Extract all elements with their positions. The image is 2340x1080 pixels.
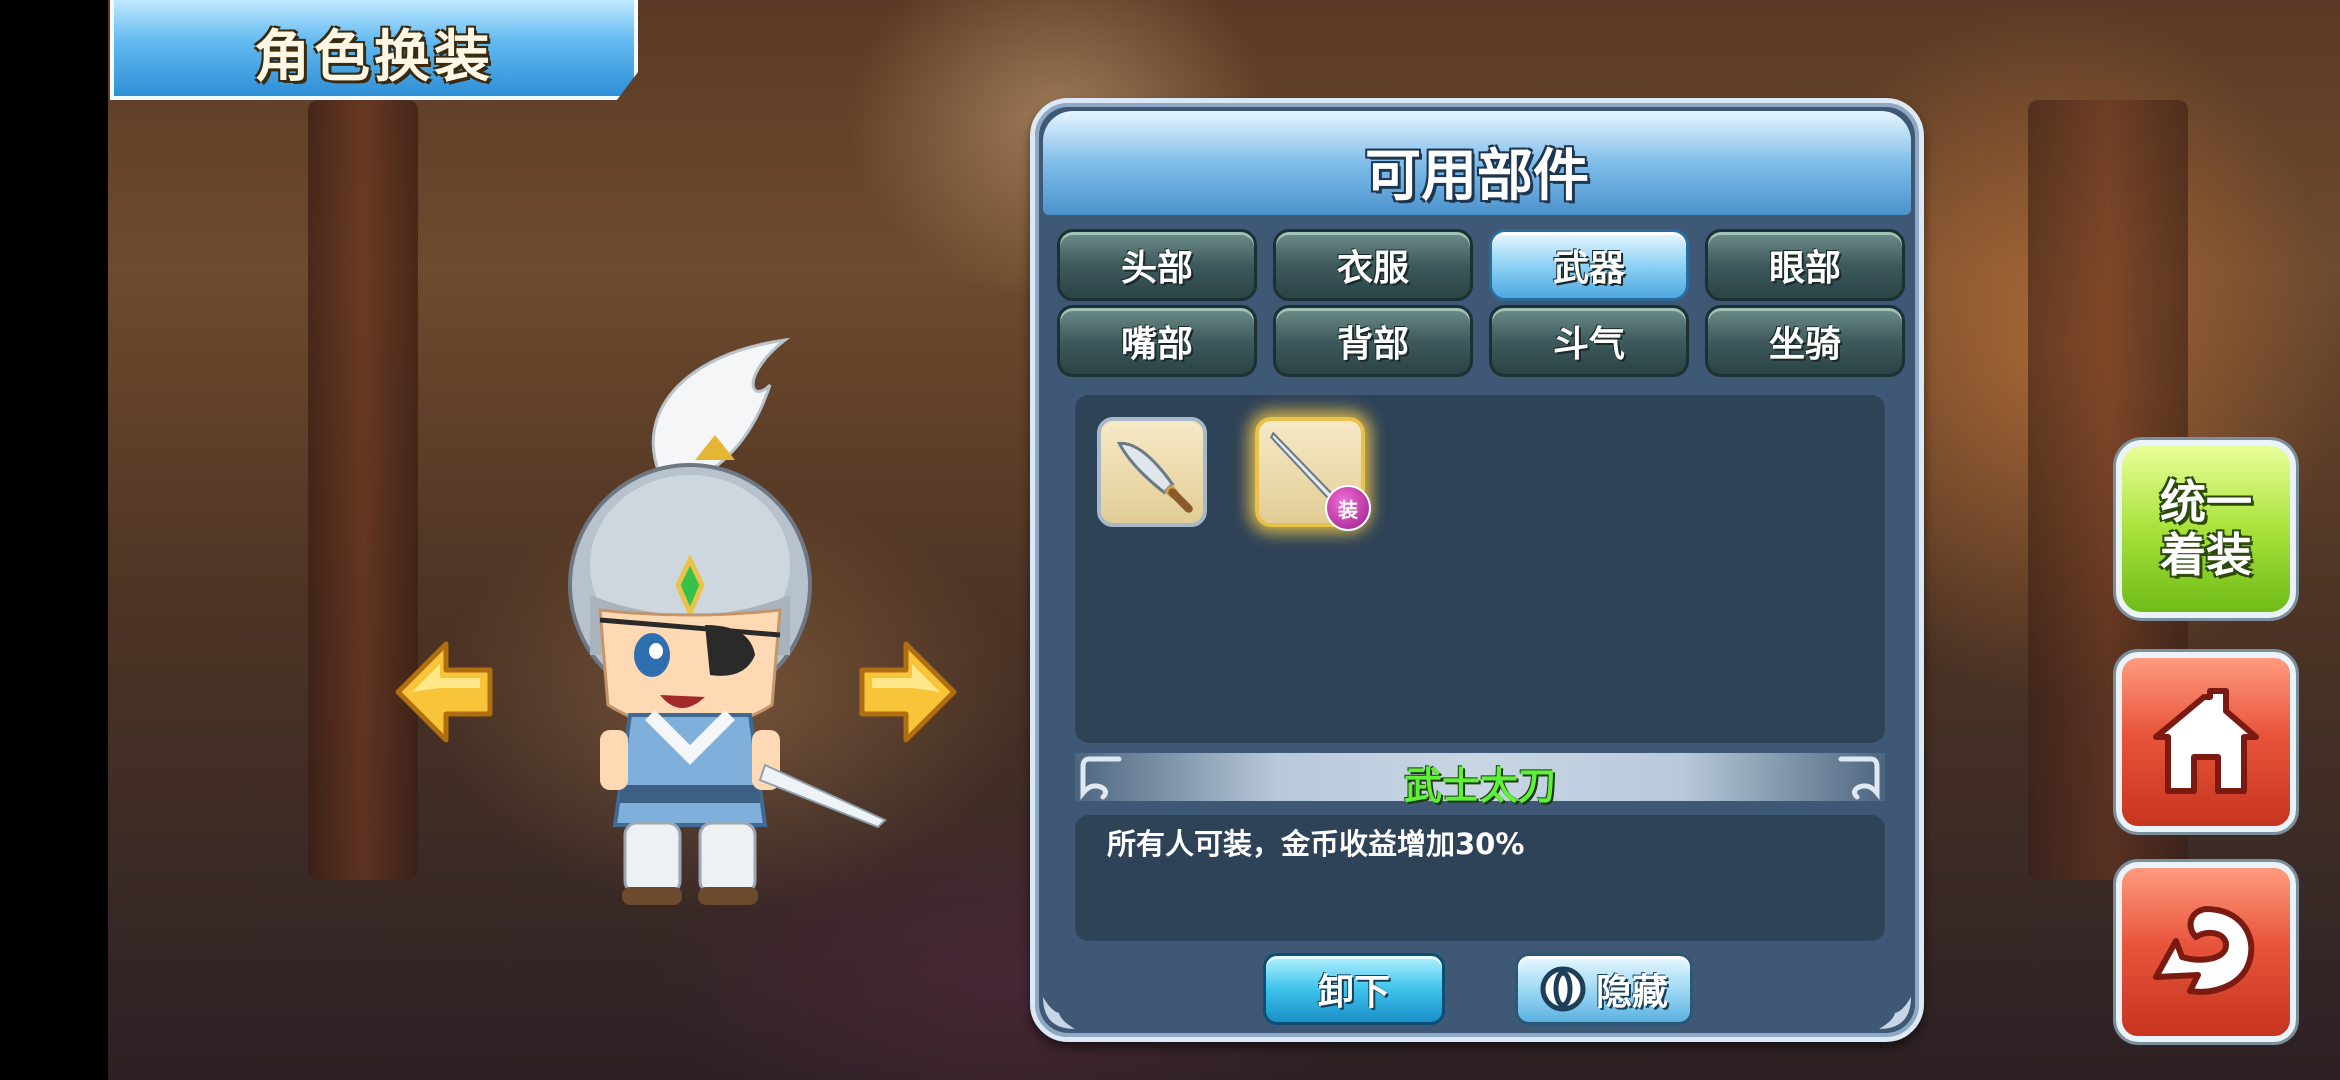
home-button[interactable] xyxy=(2116,652,2296,832)
tab-mouth[interactable]: 嘴部 xyxy=(1057,305,1257,377)
tab-back[interactable]: 背部 xyxy=(1273,305,1473,377)
unify-outfit-button[interactable]: 统一 着装 xyxy=(2116,440,2296,618)
previous-character-arrow-icon[interactable] xyxy=(394,640,494,744)
background-pillar xyxy=(308,100,418,880)
unequip-button-label: 卸下 xyxy=(1317,972,1390,1013)
tab-mount[interactable]: 坐骑 xyxy=(1705,305,1905,377)
corner-ornament-icon xyxy=(1879,997,1911,1029)
tab-aura[interactable]: 斗气 xyxy=(1489,305,1689,377)
item-name-bar: 武士太刀 xyxy=(1075,753,1885,808)
back-button[interactable] xyxy=(2116,862,2296,1042)
character-preview xyxy=(568,337,887,905)
next-character-arrow-icon[interactable] xyxy=(858,640,958,744)
item-description-box: 所有人可装，金币收益增加30% xyxy=(1075,815,1885,941)
selected-item-name: 武士太刀 xyxy=(1403,764,1556,808)
broadsword-icon xyxy=(1116,441,1193,513)
tab-weapon[interactable]: 武器 xyxy=(1489,229,1689,301)
hide-button-label: 隐藏 xyxy=(1595,972,1668,1013)
item-description: 所有人可装，金币收益增加30% xyxy=(1107,827,1525,861)
page-title: 角色换装 xyxy=(254,25,494,90)
home-icon xyxy=(2153,688,2259,794)
panel-header: 可用部件 xyxy=(1043,111,1911,215)
title-banner: 角色换装 xyxy=(110,0,638,100)
panel-title: 可用部件 xyxy=(1365,144,1589,209)
unequip-button[interactable]: 卸下 xyxy=(1263,953,1445,1025)
hide-button[interactable]: 隐藏 xyxy=(1515,953,1693,1025)
available-parts-panel: 可用部件 头部 衣服 武器 眼部 嘴部 背部 斗气 坐骑 装 武士太刀 所有人可… xyxy=(1030,98,1924,1042)
scroll-ornament-icon xyxy=(1838,756,1880,801)
equipped-badge: 装 xyxy=(1325,485,1371,531)
item-slot-katana[interactable]: 装 xyxy=(1255,417,1371,531)
item-grid: 装 xyxy=(1075,395,1885,743)
corner-ornament-icon xyxy=(1043,997,1075,1029)
hide-toggle-icon xyxy=(1540,966,1586,1012)
tab-head[interactable]: 头部 xyxy=(1057,229,1257,301)
item-slot-broadsword[interactable] xyxy=(1097,417,1207,527)
back-icon xyxy=(2153,906,2255,995)
unify-outfit-label: 统一 着装 xyxy=(2160,475,2252,582)
scroll-ornament-icon xyxy=(1080,756,1122,801)
tab-eyes[interactable]: 眼部 xyxy=(1705,229,1905,301)
tab-clothes[interactable]: 衣服 xyxy=(1273,229,1473,301)
